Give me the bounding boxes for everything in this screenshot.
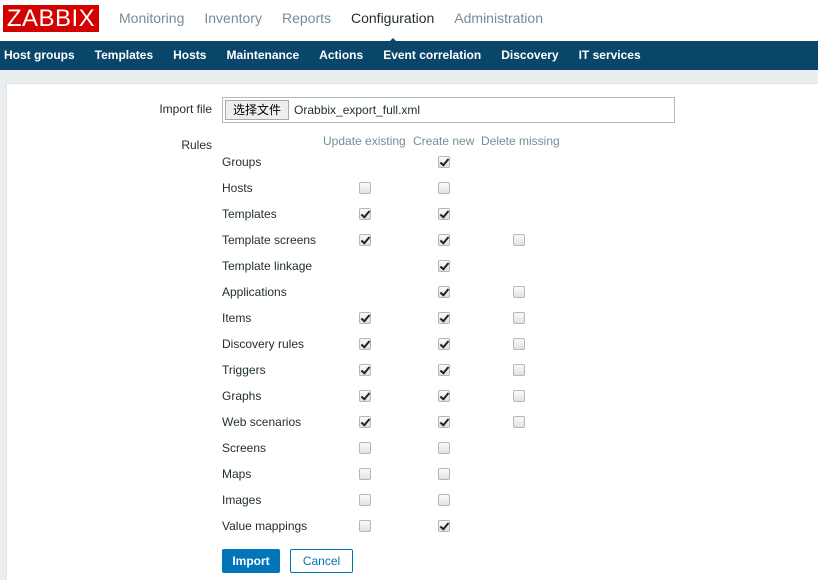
cancel-button[interactable]: Cancel [290, 549, 353, 573]
sub-menu-event-correlation[interactable]: Event correlation [383, 41, 481, 70]
rule-label: Applications [222, 285, 287, 299]
main-menu-configuration-label: Configuration [351, 10, 435, 26]
checkbox-update-existing[interactable] [359, 416, 371, 428]
checkbox-create-new[interactable] [438, 416, 450, 428]
choose-file-button[interactable]: 选择文件 [225, 100, 290, 120]
rule-label: Screens [222, 441, 267, 455]
checkbox-create-new[interactable] [438, 260, 450, 272]
checkbox-delete-missing[interactable] [513, 416, 525, 428]
checkbox-create-new[interactable] [438, 208, 450, 220]
rule-label: Images [222, 493, 262, 507]
rule-label: Items [222, 311, 252, 325]
zabbix-logo[interactable]: ZABBIX [3, 5, 99, 32]
content-panel [6, 83, 818, 580]
checkbox-update-existing[interactable] [359, 312, 371, 324]
main-menu-reports[interactable]: Reports [282, 0, 331, 41]
checkbox-create-new[interactable] [438, 442, 450, 454]
rule-label: Graphs [222, 389, 262, 403]
rule-label: Hosts [222, 181, 253, 195]
sub-menu-actions[interactable]: Actions [319, 41, 363, 70]
rules-label: Rules [181, 138, 212, 152]
import-file-label: Import file [159, 102, 212, 116]
checkbox-update-existing[interactable] [359, 208, 371, 220]
main-menu-monitoring[interactable]: Monitoring [119, 0, 184, 41]
checkbox-create-new[interactable] [438, 182, 450, 194]
checkbox-update-existing[interactable] [359, 494, 371, 506]
top-bar: ZABBIX Monitoring Inventory Reports Conf… [0, 0, 818, 46]
checkbox-update-existing[interactable] [359, 390, 371, 402]
checkbox-create-new[interactable] [438, 156, 450, 168]
rule-label: Web scenarios [222, 415, 302, 429]
import-button[interactable]: Import [222, 549, 280, 573]
sub-menu-it-services[interactable]: IT services [579, 41, 641, 70]
checkbox-delete-missing[interactable] [513, 286, 525, 298]
rule-label: Triggers [222, 363, 266, 377]
checkbox-create-new[interactable] [438, 286, 450, 298]
main-menu-configuration[interactable]: Configuration [351, 0, 435, 46]
checkbox-update-existing[interactable] [359, 442, 371, 454]
checkbox-delete-missing[interactable] [513, 338, 525, 350]
checkbox-delete-missing[interactable] [513, 390, 525, 402]
sub-menu: Host groups Templates Hosts Maintenance … [0, 41, 818, 70]
import-file-input[interactable]: 选择文件 Orabbix_export_full.xml [222, 97, 675, 123]
checkbox-update-existing[interactable] [359, 234, 371, 246]
rule-label: Maps [222, 467, 252, 481]
checkbox-create-new[interactable] [438, 234, 450, 246]
checkbox-delete-missing[interactable] [513, 312, 525, 324]
checkbox-create-new[interactable] [438, 468, 450, 480]
checkbox-create-new[interactable] [438, 364, 450, 376]
rule-label: Groups [222, 155, 262, 169]
column-delete-missing: Delete missing [481, 134, 560, 148]
checkbox-delete-missing[interactable] [513, 364, 525, 376]
main-menu: Monitoring Inventory Reports Configurati… [119, 0, 563, 46]
checkbox-create-new[interactable] [438, 520, 450, 532]
sub-menu-host-groups[interactable]: Host groups [4, 41, 75, 70]
column-update-existing: Update existing [323, 134, 406, 148]
file-name: Orabbix_export_full.xml [294, 103, 421, 117]
checkbox-create-new[interactable] [438, 312, 450, 324]
checkbox-update-existing[interactable] [359, 364, 371, 376]
checkbox-update-existing[interactable] [359, 520, 371, 532]
sub-menu-templates[interactable]: Templates [95, 41, 153, 70]
rule-label: Value mappings [222, 519, 308, 533]
checkbox-update-existing[interactable] [359, 182, 371, 194]
sub-menu-maintenance[interactable]: Maintenance [226, 41, 299, 70]
main-menu-inventory[interactable]: Inventory [204, 0, 262, 41]
column-create-new: Create new [413, 134, 475, 148]
rule-label: Template linkage [222, 259, 313, 273]
rule-label: Discovery rules [222, 337, 305, 351]
sub-menu-hosts[interactable]: Hosts [173, 41, 206, 70]
checkbox-create-new[interactable] [438, 390, 450, 402]
main-menu-administration[interactable]: Administration [454, 0, 543, 41]
checkbox-update-existing[interactable] [359, 468, 371, 480]
sub-menu-discovery[interactable]: Discovery [501, 41, 558, 70]
rule-label: Templates [222, 207, 277, 221]
checkbox-update-existing[interactable] [359, 338, 371, 350]
checkbox-create-new[interactable] [438, 494, 450, 506]
checkbox-delete-missing[interactable] [513, 234, 525, 246]
checkbox-create-new[interactable] [438, 338, 450, 350]
rule-label: Template screens [222, 233, 317, 247]
